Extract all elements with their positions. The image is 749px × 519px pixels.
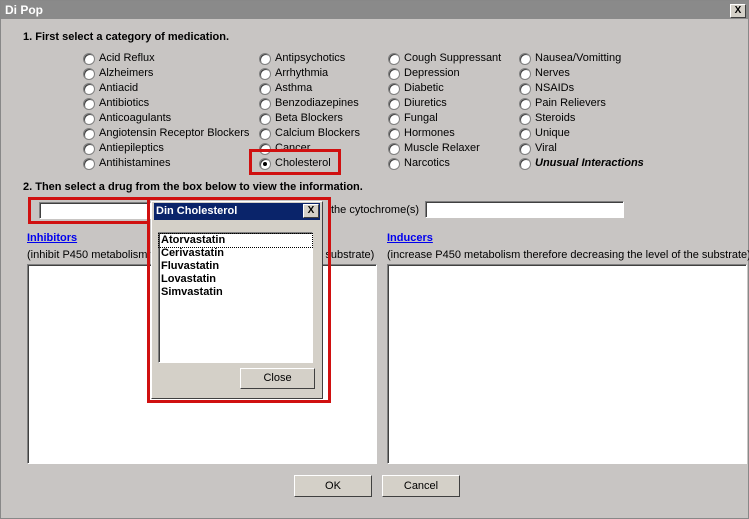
category-label[interactable]: Muscle Relaxer [404, 142, 480, 154]
category-label[interactable]: Calcium Blockers [275, 127, 360, 139]
radio-beta-blockers[interactable] [259, 113, 271, 125]
highlight-box [249, 149, 341, 175]
radio-benzodiazepines[interactable] [259, 98, 271, 110]
radio-cough-suppressant[interactable] [388, 53, 400, 65]
category-label[interactable]: Antibiotics [99, 97, 149, 109]
category-label[interactable]: Viral [535, 142, 557, 154]
ok-button[interactable]: OK [294, 475, 372, 497]
radio-acid-reflux[interactable] [83, 53, 95, 65]
category-label[interactable]: Benzodiazepines [275, 97, 359, 109]
category-label[interactable]: Acid Reflux [99, 52, 155, 64]
radio-antibiotics[interactable] [83, 98, 95, 110]
category-label[interactable]: Alzheimers [99, 67, 153, 79]
category-label[interactable]: Anticoagulants [99, 112, 171, 124]
radio-antiepileptics[interactable] [83, 143, 95, 155]
category-label[interactable]: Arrhythmia [275, 67, 328, 79]
radio-depression[interactable] [388, 68, 400, 80]
cytochrome-label: the cytochrome(s) [331, 204, 420, 216]
radio-asthma[interactable] [259, 83, 271, 95]
radio-muscle-relaxer[interactable] [388, 143, 400, 155]
radio-antihistamines[interactable] [83, 158, 95, 170]
cancel-button[interactable]: Cancel [382, 475, 460, 497]
radio-antipsychotics[interactable] [259, 53, 271, 65]
inhibitors-link[interactable]: Inhibitors [27, 232, 77, 244]
radio-diuretics[interactable] [388, 98, 400, 110]
radio-antiacid[interactable] [83, 83, 95, 95]
radio-anticoagulants[interactable] [83, 113, 95, 125]
radio-fungal[interactable] [388, 113, 400, 125]
radio-nerves[interactable] [519, 68, 531, 80]
category-label[interactable]: Fungal [404, 112, 438, 124]
category-label[interactable]: Diuretics [404, 97, 447, 109]
close-icon[interactable]: X [730, 4, 746, 18]
category-label[interactable]: Depression [404, 67, 460, 79]
window-title: Di Pop [5, 3, 43, 17]
category-label[interactable]: Unique [535, 127, 570, 139]
step1-heading: 1. First select a category of medication… [23, 31, 230, 43]
title-bar: Di Pop [1, 1, 748, 19]
category-label[interactable]: Nerves [535, 67, 570, 79]
category-label[interactable]: Antihistamines [99, 157, 171, 169]
radio-angiotensin-receptor-blockers[interactable] [83, 128, 95, 140]
category-label[interactable]: Narcotics [404, 157, 450, 169]
category-label[interactable]: Antiacid [99, 82, 138, 94]
cytochrome-input[interactable] [425, 201, 624, 218]
category-label[interactable]: Antipsychotics [275, 52, 345, 64]
radio-hormones[interactable] [388, 128, 400, 140]
category-label[interactable]: Nausea/Vomitting [535, 52, 621, 64]
radio-alzheimers[interactable] [83, 68, 95, 80]
dipop-window: Di Pop X 1. First select a category of m… [0, 0, 749, 519]
category-label[interactable]: Beta Blockers [275, 112, 343, 124]
step2-heading: 2. Then select a drug from the box below… [23, 181, 363, 193]
category-label[interactable]: NSAIDs [535, 82, 574, 94]
radio-arrhythmia[interactable] [259, 68, 271, 80]
radio-nsaids[interactable] [519, 83, 531, 95]
category-label[interactable]: Steroids [535, 112, 575, 124]
radio-nausea-vomitting[interactable] [519, 53, 531, 65]
radio-unusual-interactions[interactable] [519, 158, 531, 170]
category-label[interactable]: Angiotensin Receptor Blockers [99, 127, 249, 139]
radio-pain-relievers[interactable] [519, 98, 531, 110]
category-label[interactable]: Pain Relievers [535, 97, 606, 109]
radio-narcotics[interactable] [388, 158, 400, 170]
category-label[interactable]: Antiepileptics [99, 142, 164, 154]
category-label[interactable]: Hormones [404, 127, 455, 139]
category-label[interactable]: Diabetic [404, 82, 444, 94]
highlight-box [147, 197, 331, 403]
radio-calcium-blockers[interactable] [259, 128, 271, 140]
category-label[interactable]: Unusual Interactions [535, 157, 644, 169]
radio-viral[interactable] [519, 143, 531, 155]
inducers-link[interactable]: Inducers [387, 232, 433, 244]
category-label[interactable]: Cough Suppressant [404, 52, 501, 64]
highlight-box [28, 197, 150, 224]
category-label[interactable]: Asthma [275, 82, 312, 94]
inducers-list[interactable] [387, 264, 747, 464]
radio-diabetic[interactable] [388, 83, 400, 95]
radio-unique[interactable] [519, 128, 531, 140]
radio-steroids[interactable] [519, 113, 531, 125]
inducers-desc: (increase P450 metabolism therefore decr… [387, 249, 749, 261]
